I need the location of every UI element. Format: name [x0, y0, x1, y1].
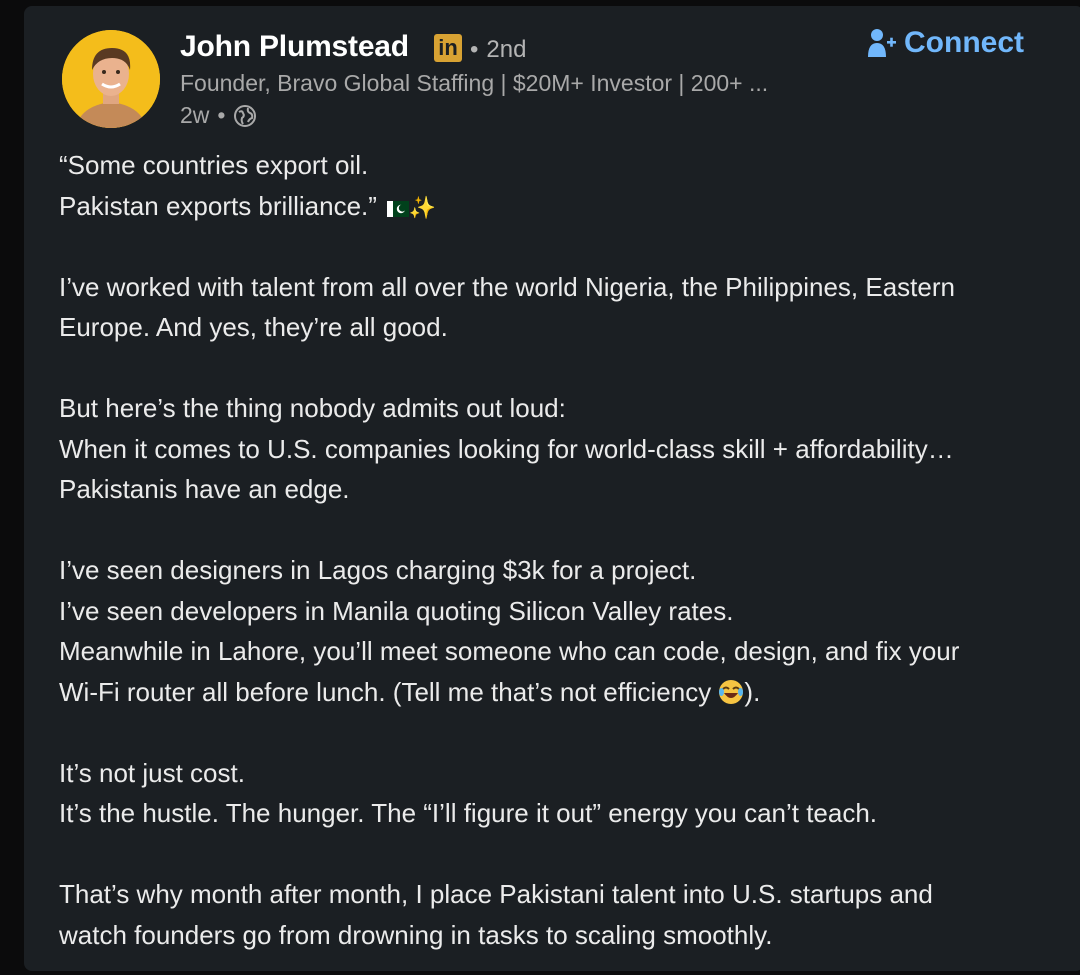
- post-line-text: Wi-Fi router all before lunch. (Tell me …: [59, 676, 719, 707]
- post-line: Europe. And yes, they’re all good.: [59, 312, 448, 342]
- post-card: John Plumstead in • 2nd Founder, Bravo Gl…: [24, 6, 1080, 971]
- post-line: Wi-Fi router all before lunch. (Tell me …: [59, 672, 1080, 713]
- post-line: That’s why month after month, I place Pa…: [59, 879, 933, 909]
- sparkles-icon: ✨: [408, 194, 437, 220]
- avatar[interactable]: [62, 30, 160, 128]
- post-line: I’ve worked with talent from all over th…: [59, 271, 955, 302]
- separator-dot: •: [470, 36, 479, 63]
- post-line: watch founders go from drowning in tasks…: [59, 919, 773, 950]
- author-headline[interactable]: Founder, Bravo Global Staffing | $20M+ I…: [180, 70, 880, 97]
- post-line: I’ve seen developers in Manila quoting S…: [59, 595, 734, 626]
- post-line-text: Pakistan exports brilliance.”: [59, 190, 377, 221]
- linkedin-premium-badge-icon: in: [434, 34, 462, 62]
- connect-label: Connect: [904, 26, 1024, 59]
- post-line-text: ).: [744, 676, 761, 707]
- post-meta: 2w •: [180, 102, 257, 129]
- pakistan-flag-icon: [386, 188, 409, 229]
- connect-button[interactable]: Connect: [868, 26, 1024, 60]
- connection-degree: • 2nd: [470, 36, 526, 64]
- post-line: It’s not just cost.: [59, 757, 245, 788]
- post-line: It’s the hustle. The hunger. The “I’ll f…: [59, 798, 878, 828]
- post-line: But here’s the thing nobody admits out l…: [59, 393, 566, 423]
- more-options-icon[interactable]: ⋮: [1072, 32, 1080, 60]
- avatar-photo: [62, 30, 160, 128]
- post-line: “Some countries export oil.: [59, 150, 369, 180]
- post-text: “Some countries export oil. Pakistan exp…: [59, 145, 1080, 955]
- post-line: Pakistanis have an edge.: [59, 474, 350, 504]
- post-line: Pakistan exports brilliance.” ✨: [59, 186, 1080, 227]
- degree-label: 2nd: [486, 36, 527, 63]
- laughing-emoji-icon: [718, 676, 744, 717]
- post-line: I’ve seen designers in Lagos charging $3…: [59, 555, 697, 585]
- post-time: 2w: [180, 102, 210, 128]
- add-person-icon: [868, 29, 896, 57]
- author-name[interactable]: John Plumstead: [180, 30, 409, 64]
- post-line: When it comes to U.S. companies looking …: [59, 433, 954, 464]
- globe-icon: [233, 104, 257, 128]
- post-line: Meanwhile in Lahore, you’ll meet someone…: [59, 636, 960, 666]
- separator-dot: •: [217, 102, 226, 128]
